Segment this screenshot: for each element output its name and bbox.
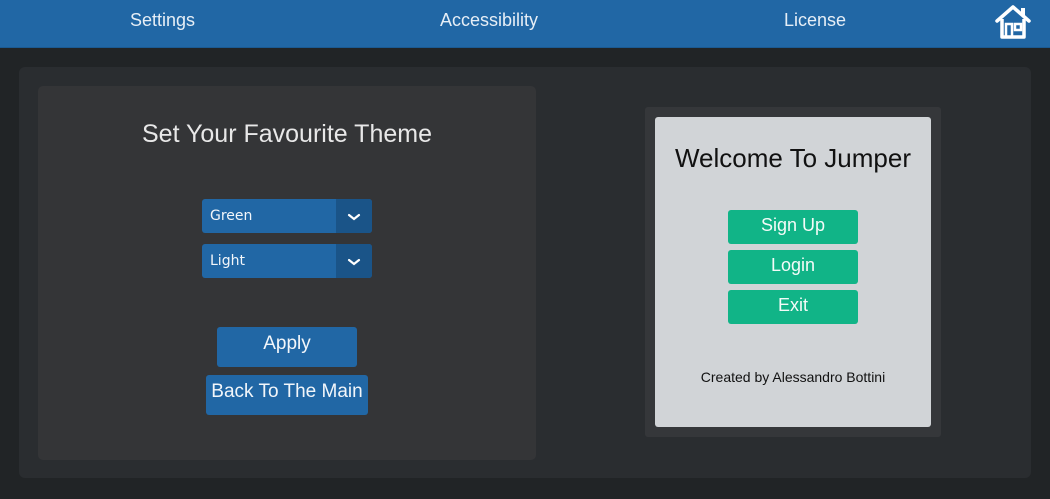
- nav-license-link[interactable]: License: [784, 0, 846, 40]
- theme-panel-title: Set Your Favourite Theme: [142, 120, 432, 148]
- top-nav-bar: Settings Accessibility License: [0, 0, 1050, 48]
- theme-mode-select[interactable]: Light: [202, 244, 372, 278]
- theme-color-value: Green: [210, 208, 253, 224]
- apply-button[interactable]: Apply: [217, 327, 357, 367]
- nav-accessibility-link[interactable]: Accessibility: [440, 0, 538, 40]
- preview-login-button[interactable]: Login: [728, 250, 858, 284]
- theme-mode-value: Light: [210, 253, 245, 269]
- chevron-down-icon[interactable]: [336, 199, 372, 233]
- home-icon[interactable]: [994, 4, 1032, 40]
- back-to-main-button[interactable]: Back To The Main: [206, 375, 368, 415]
- preview-credit-text: Created by Alessandro Bottini: [700, 369, 886, 385]
- preview-signup-button[interactable]: Sign Up: [728, 210, 858, 244]
- theme-color-select[interactable]: Green: [202, 199, 372, 233]
- preview-welcome-title: Welcome To Jumper: [674, 143, 912, 173]
- nav-settings-link[interactable]: Settings: [130, 0, 195, 40]
- preview-exit-button[interactable]: Exit: [728, 290, 858, 324]
- chevron-down-icon[interactable]: [336, 244, 372, 278]
